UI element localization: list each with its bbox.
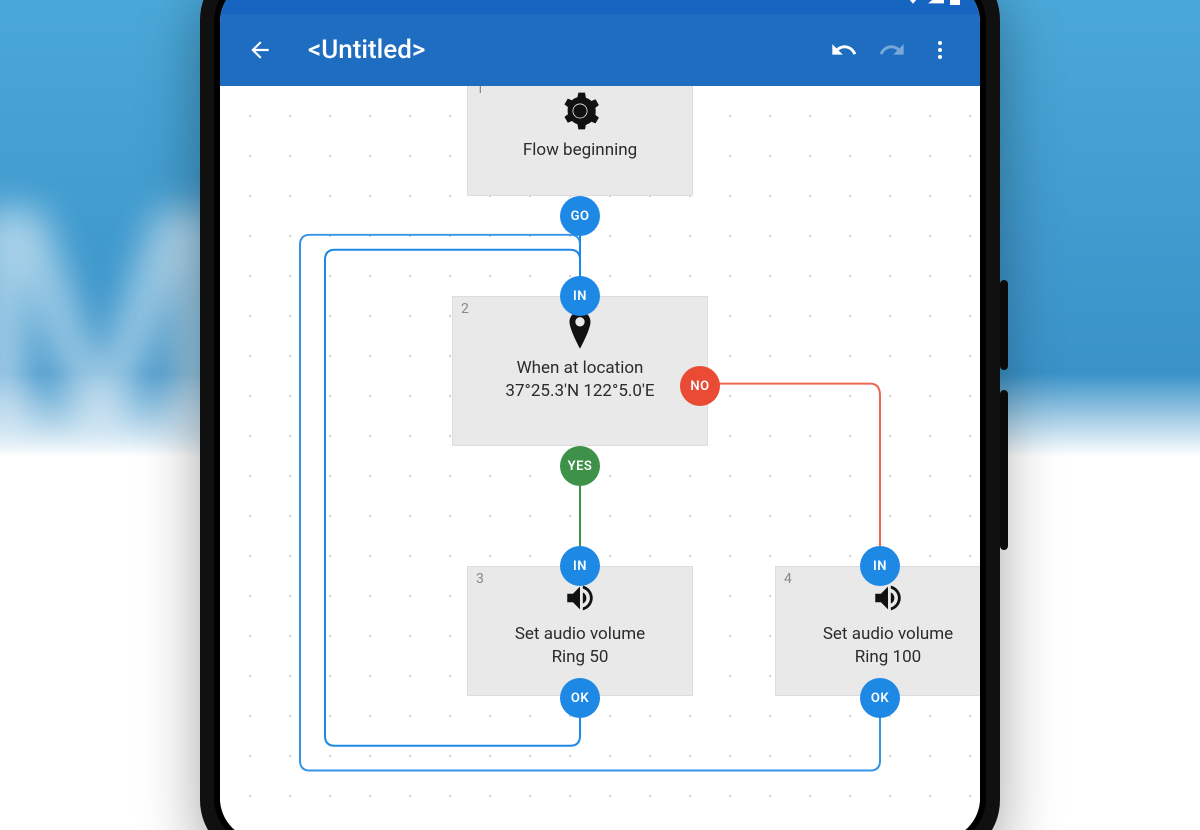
page-title: <Untitled> [308,35,820,65]
phone-frame: <Untitled> [200,0,1000,830]
port-ok-block4[interactable]: OK [860,678,900,718]
app-bar: <Untitled> [220,14,980,86]
back-button[interactable] [236,26,284,74]
pin-icon [453,311,707,349]
port-yes[interactable]: YES [560,446,600,486]
port-go[interactable]: GO [560,196,600,236]
gear-icon [468,91,692,131]
port-in-block3[interactable]: IN [560,546,600,586]
redo-button[interactable] [868,26,916,74]
speaker-icon [776,581,980,615]
speaker-icon [468,581,692,615]
port-ok-block3[interactable]: OK [560,678,600,718]
phone-side-button-1 [1000,280,1008,370]
phone-screen: <Untitled> [220,0,980,830]
wifi-icon [904,0,922,4]
connector-wires [220,86,980,830]
block-label: When at location 37°25.3'N 122°5.0'E [453,349,707,421]
block-label: Set audio volume Ring 50 [468,615,692,687]
android-status-bar [220,0,980,14]
more-menu-button[interactable] [916,26,964,74]
block-label: Set audio volume Ring 100 [776,615,980,687]
block-number: 4 [784,571,792,587]
port-no[interactable]: NO [680,366,720,406]
block-number: 3 [476,571,484,587]
undo-button[interactable] [820,26,868,74]
flow-block-beginning[interactable]: 1 Flow beginning [467,86,693,196]
background-blur-text: M [0,140,220,515]
port-in-block2[interactable]: IN [560,276,600,316]
phone-side-button-2 [1000,390,1008,550]
flow-canvas[interactable]: 1 Flow beginning GO 2 When at location [220,86,980,830]
block-label: Flow beginning [468,131,692,180]
battery-icon [950,0,960,5]
flow-block-location[interactable]: 2 When at location 37°25.3'N 122°5.0'E [452,296,708,446]
block-number: 2 [461,301,469,317]
port-in-block4[interactable]: IN [860,546,900,586]
block-number: 1 [476,86,484,97]
cellular-icon [928,0,944,4]
